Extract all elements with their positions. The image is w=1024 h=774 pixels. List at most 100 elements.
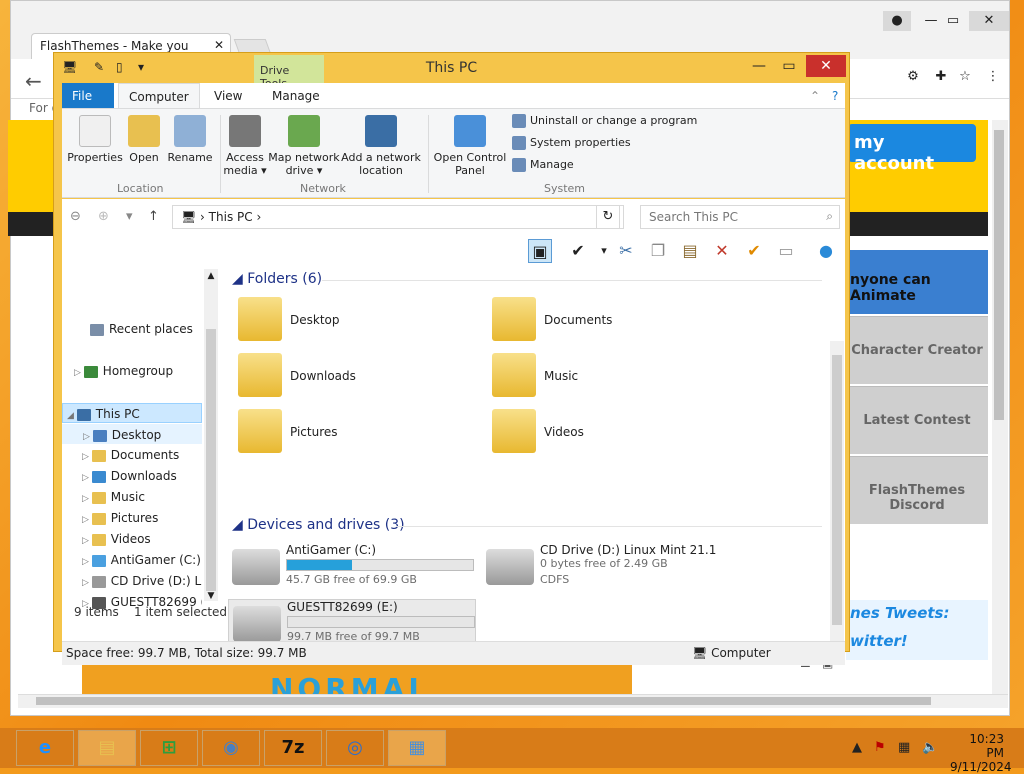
back-icon[interactable]: ← [25,69,42,93]
tab-file[interactable]: File [62,83,114,109]
forward-icon[interactable]: ⊕ [98,209,109,224]
help-icon[interactable]: ? [822,83,848,109]
tree-item-pictures[interactable]: ▷ Pictures [62,508,202,528]
profile-icon[interactable]: ● [883,11,911,31]
tree-item-documents[interactable]: ▷ Documents [62,445,202,465]
folder-videos[interactable]: Videos [486,407,726,459]
horizontal-scroll-thumb[interactable] [36,697,931,705]
taskbar-control-panel-icon[interactable]: ▦ [388,730,446,766]
system-properties-button[interactable]: System properties [512,136,631,150]
tab-manage[interactable]: Manage [262,83,330,109]
tree-item-music[interactable]: ▷ Music [62,487,202,507]
tree-item-homegroup[interactable]: ▷ Homegroup [62,361,202,381]
folder-icon [238,297,282,341]
delete-icon[interactable]: ✕ [710,239,734,263]
expand-arrow-icon[interactable]: ▷ [74,368,84,378]
volume-icon[interactable]: 🔈 [922,740,938,755]
expand-arrow-icon[interactable]: ▷ [82,473,92,483]
tab-view[interactable]: View [204,83,252,109]
tree-item-videos[interactable]: ▷ Videos [62,529,202,549]
tree-item-antigamer-c[interactable]: ▷ AntiGamer (C:) [62,550,202,570]
folder-desktop[interactable]: Desktop [232,295,472,347]
network-toolbar-icon[interactable]: ● [814,239,838,263]
properties-button[interactable]: Properties [66,115,124,164]
star-icon[interactable]: ☆ [951,67,979,87]
tree-item-desktop[interactable]: ▷ Desktop [62,424,202,444]
tree-scroll-up-icon[interactable]: ▲ [204,269,218,283]
up-icon[interactable]: ↑ [148,209,159,224]
pane-layout-icon[interactable]: ▣ [528,239,552,263]
taskbar-store-icon[interactable]: ⊞ [140,730,198,766]
expand-arrow-icon[interactable]: ▷ [82,515,92,525]
tweets-link[interactable]: witter! [850,632,984,650]
copy-icon[interactable]: ❐ [646,239,670,263]
ribbon: Properties Open Rename Location Access m… [62,108,845,198]
minimize-icon[interactable]: — [744,55,774,77]
tree-item-recent-places[interactable]: Recent places [62,319,202,339]
refresh-icon[interactable]: ↻ [596,205,620,229]
taskbar-app-3-icon[interactable]: ◉ [202,730,260,766]
folder-pictures[interactable]: Pictures [232,407,472,459]
taskbar-7zip-icon[interactable]: 7z [264,730,322,766]
map-network-drive-button[interactable]: Map network drive ▾ [268,115,340,177]
tree-scroll-thumb[interactable] [206,329,216,591]
close-icon[interactable]: ✕ [969,11,1009,31]
close-tab-icon[interactable]: ✕ [214,38,224,52]
folder-documents[interactable]: Documents [486,295,726,347]
expand-arrow-icon[interactable]: ▷ [82,536,92,546]
tree-scroll-down-icon[interactable]: ▼ [204,589,218,603]
access-media-button[interactable]: Access media ▾ [222,115,268,177]
rename-button[interactable]: Rename [166,115,214,164]
drive-d[interactable]: CD Drive (D:) Linux Mint 21.1 0 bytes fre… [482,543,730,593]
close-icon[interactable]: ✕ [806,55,846,77]
folder-downloads[interactable]: Downloads [232,351,472,403]
toolbar-dropdown-icon[interactable]: ▾ [592,239,616,263]
breadcrumb-chevron-icon[interactable]: › [253,210,261,224]
add-network-location-button[interactable]: Add a network location [340,115,422,177]
expand-arrow-icon[interactable]: ▷ [83,432,93,442]
expand-arrow-icon[interactable]: ▷ [82,578,92,588]
taskbar-file-explorer-icon[interactable]: ▤ [78,730,136,766]
paste-icon[interactable]: ▤ [678,239,702,263]
rename-toolbar-icon[interactable]: ✔ [742,239,766,263]
folder-icon [91,449,106,462]
show-hidden-icons-icon[interactable]: ▲ [852,740,862,755]
folder-music[interactable]: Music [486,351,726,403]
folders-header[interactable]: ◢ Folders (6) [232,271,322,287]
tree-item-cd-drive-d-linu[interactable]: ▷ CD Drive (D:) Linu [62,571,202,591]
tree-item-downloads[interactable]: ▷ Downloads [62,466,202,486]
expand-arrow-icon[interactable]: ▷ [82,494,92,504]
extension-icon[interactable]: ⚙ [899,67,927,87]
network-tray-icon[interactable]: ▦ [898,740,910,755]
devices-header[interactable]: ◢ Devices and drives (3) [232,517,405,533]
uninstall-program-button[interactable]: Uninstall or change a program [512,114,697,128]
recent-locations-icon[interactable]: ▾ [126,209,133,224]
content-scroll-thumb[interactable] [832,355,842,625]
account-button[interactable]: my account [848,124,976,174]
expand-arrow-icon[interactable]: ▷ [82,452,92,462]
taskbar-chrome-icon[interactable]: ◎ [326,730,384,766]
discord-button[interactable]: FlashThemes Discord [846,456,988,524]
maximize-icon[interactable]: ▭ [939,11,967,31]
view-icon[interactable]: ▭ [774,239,798,263]
tab-computer[interactable]: Computer [118,83,200,109]
address-bar[interactable]: 🖥 › This PC › [172,205,624,229]
search-input[interactable]: Search This PC ⌕ [640,205,840,229]
properties-toolbar-icon[interactable]: ✔ [566,239,590,263]
maximize-icon[interactable]: ▭ [774,55,804,77]
latest-contest-button[interactable]: Latest Contest [846,386,988,454]
open-control-panel-button[interactable]: Open Control Panel [432,115,508,177]
menu-icon[interactable]: ⋮ [979,67,1007,87]
cut-icon[interactable]: ✂ [614,239,638,263]
vertical-scroll-thumb[interactable] [994,130,1004,420]
manage-button[interactable]: Manage [512,158,574,172]
character-creator-button[interactable]: Character Creator [846,316,988,384]
open-button[interactable]: Open [124,115,164,164]
back-icon[interactable]: ⊖ [70,209,81,224]
expand-arrow-icon[interactable]: ▷ [82,557,92,567]
tree-item-this-pc[interactable]: ◢ This PC [62,403,202,423]
drive-c[interactable]: AntiGamer (C:) 45.7 GB free of 69.9 GB [228,543,476,593]
expanded-arrow-icon[interactable]: ◢ [67,411,77,421]
action-center-icon[interactable]: ⚑ [874,740,886,755]
taskbar-internet-explorer-icon[interactable]: e [16,730,74,766]
